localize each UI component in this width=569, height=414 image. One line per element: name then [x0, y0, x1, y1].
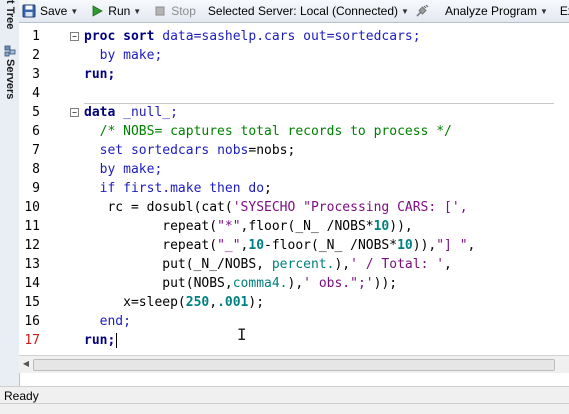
editor-toolbar: Save ▼ Run ▼ Stop Selected Server: Local… [19, 0, 569, 23]
run-icon [90, 4, 104, 18]
disconnect-button[interactable] [412, 1, 436, 21]
chevron-down-icon: ▼ [401, 6, 409, 16]
save-label: Save [40, 4, 68, 18]
line-number: 8 [32, 162, 40, 177]
code-line: repeat("*",floor(_N_ /NOBS*10)), [84, 219, 413, 234]
save-button[interactable]: Save ▼ [19, 1, 81, 21]
selected-server-dropdown[interactable]: Selected Server: Local (Connected) ▼ [205, 1, 412, 21]
code-line: run; [84, 67, 116, 82]
line-number: 12 [24, 238, 40, 253]
code-line: run; [84, 333, 116, 348]
code-line: end; [84, 314, 131, 329]
code-line: repeat("_",10-floor(_N_ /NOBS*10)),"] ", [84, 238, 476, 253]
line-number: 1 [32, 29, 40, 44]
line-number: 9 [32, 181, 40, 196]
code-line: x=sleep(250,.001); [84, 295, 265, 310]
scrollbar-thumb[interactable] [33, 359, 555, 371]
stop-button[interactable]: Stop [150, 1, 199, 21]
scroll-left-icon[interactable]: ◀ [21, 359, 31, 369]
servers-icon [4, 44, 16, 57]
line-number-gutter: 1 2 3 4 5 6 7 8 9 10 11 12 13 14 15 16 1… [19, 23, 66, 355]
code-line: proc sort data=sashelp.cars out=sortedca… [84, 29, 421, 44]
line-number-current: 17 [24, 333, 40, 348]
plug-icon [415, 4, 429, 18]
code-editor[interactable]: 1 2 3 4 5 6 7 8 9 10 11 12 13 14 15 16 1… [19, 23, 569, 355]
line-number: 5 [32, 105, 40, 120]
export-label: Ex [559, 4, 569, 18]
chevron-down-icon[interactable]: ▼ [133, 7, 141, 16]
line-number: 13 [24, 257, 40, 272]
code-line: if first.make then do; [84, 181, 272, 196]
status-bar: Ready [0, 386, 569, 414]
line-number: 7 [32, 143, 40, 158]
code-line: rc = dosubl(cat('SYSECHO "Processing CAR… [84, 200, 468, 215]
fold-toggle-icon[interactable]: − [70, 108, 79, 117]
stop-label: Stop [171, 4, 196, 18]
stop-icon [153, 4, 167, 18]
analyze-program-button[interactable]: Analyze Program ▼ [442, 1, 551, 21]
analyze-program-label: Analyze Program [444, 4, 537, 18]
side-tab-project-tree[interactable]: t Tree [0, 0, 19, 29]
line-number: 3 [32, 67, 40, 82]
horizontal-scrollbar[interactable]: ◀ [19, 355, 569, 373]
code-line: /* NOBS= captures total records to proce… [84, 124, 452, 139]
code-line: put(_N_/NOBS, percent.),' / Total: ', [84, 257, 452, 272]
code-line: data _null_; [84, 105, 178, 120]
line-number: 6 [32, 124, 40, 139]
line-number: 10 [24, 200, 40, 215]
code-line: put(NOBS,comma4.),' obs.";')); [84, 276, 398, 291]
status-divider [0, 403, 569, 404]
line-number: 4 [32, 86, 40, 101]
text-caret [116, 333, 117, 348]
status-text: Ready [4, 389, 39, 403]
chevron-down-icon: ▼ [539, 6, 548, 16]
line-number: 14 [24, 276, 40, 291]
code-line: by make; [84, 48, 163, 63]
line-number: 11 [24, 219, 40, 234]
chevron-down-icon[interactable]: ▼ [70, 7, 78, 16]
line-number: 2 [32, 48, 40, 63]
fold-toggle-icon[interactable]: − [70, 32, 79, 41]
code-line: set sortedcars nobs=nobs; [84, 143, 296, 158]
run-label: Run [108, 4, 131, 18]
save-icon [22, 4, 36, 18]
export-button[interactable]: Ex [557, 1, 569, 21]
selected-server-label: Selected Server: Local (Connected) [207, 4, 399, 18]
line-number: 15 [24, 295, 40, 310]
run-button[interactable]: Run ▼ [87, 1, 144, 21]
line-number: 16 [24, 314, 40, 329]
code-line: by make; [84, 162, 163, 177]
ibeam-cursor-icon: I [237, 325, 247, 344]
side-tab-label: t Tree [4, 0, 16, 30]
